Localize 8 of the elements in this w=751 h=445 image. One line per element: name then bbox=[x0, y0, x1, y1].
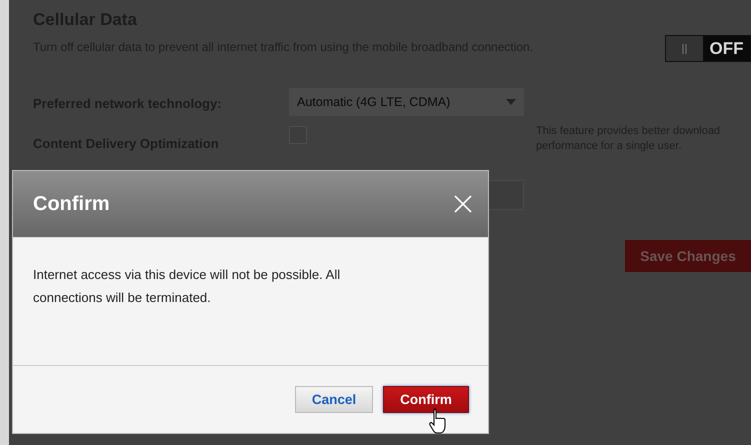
close-icon[interactable] bbox=[454, 195, 472, 213]
dialog-message: Internet access via this device will not be possible. All connections will be terminated. bbox=[32, 266, 342, 307]
dropdown-caret-icon bbox=[506, 99, 516, 105]
cellular-data-toggle[interactable]: OFF bbox=[665, 35, 751, 62]
dialog-title: Confirm bbox=[33, 192, 110, 216]
grip-icon bbox=[682, 44, 687, 54]
confirm-button[interactable]: Confirm bbox=[383, 386, 469, 413]
cancel-button[interactable]: Cancel bbox=[295, 386, 373, 413]
